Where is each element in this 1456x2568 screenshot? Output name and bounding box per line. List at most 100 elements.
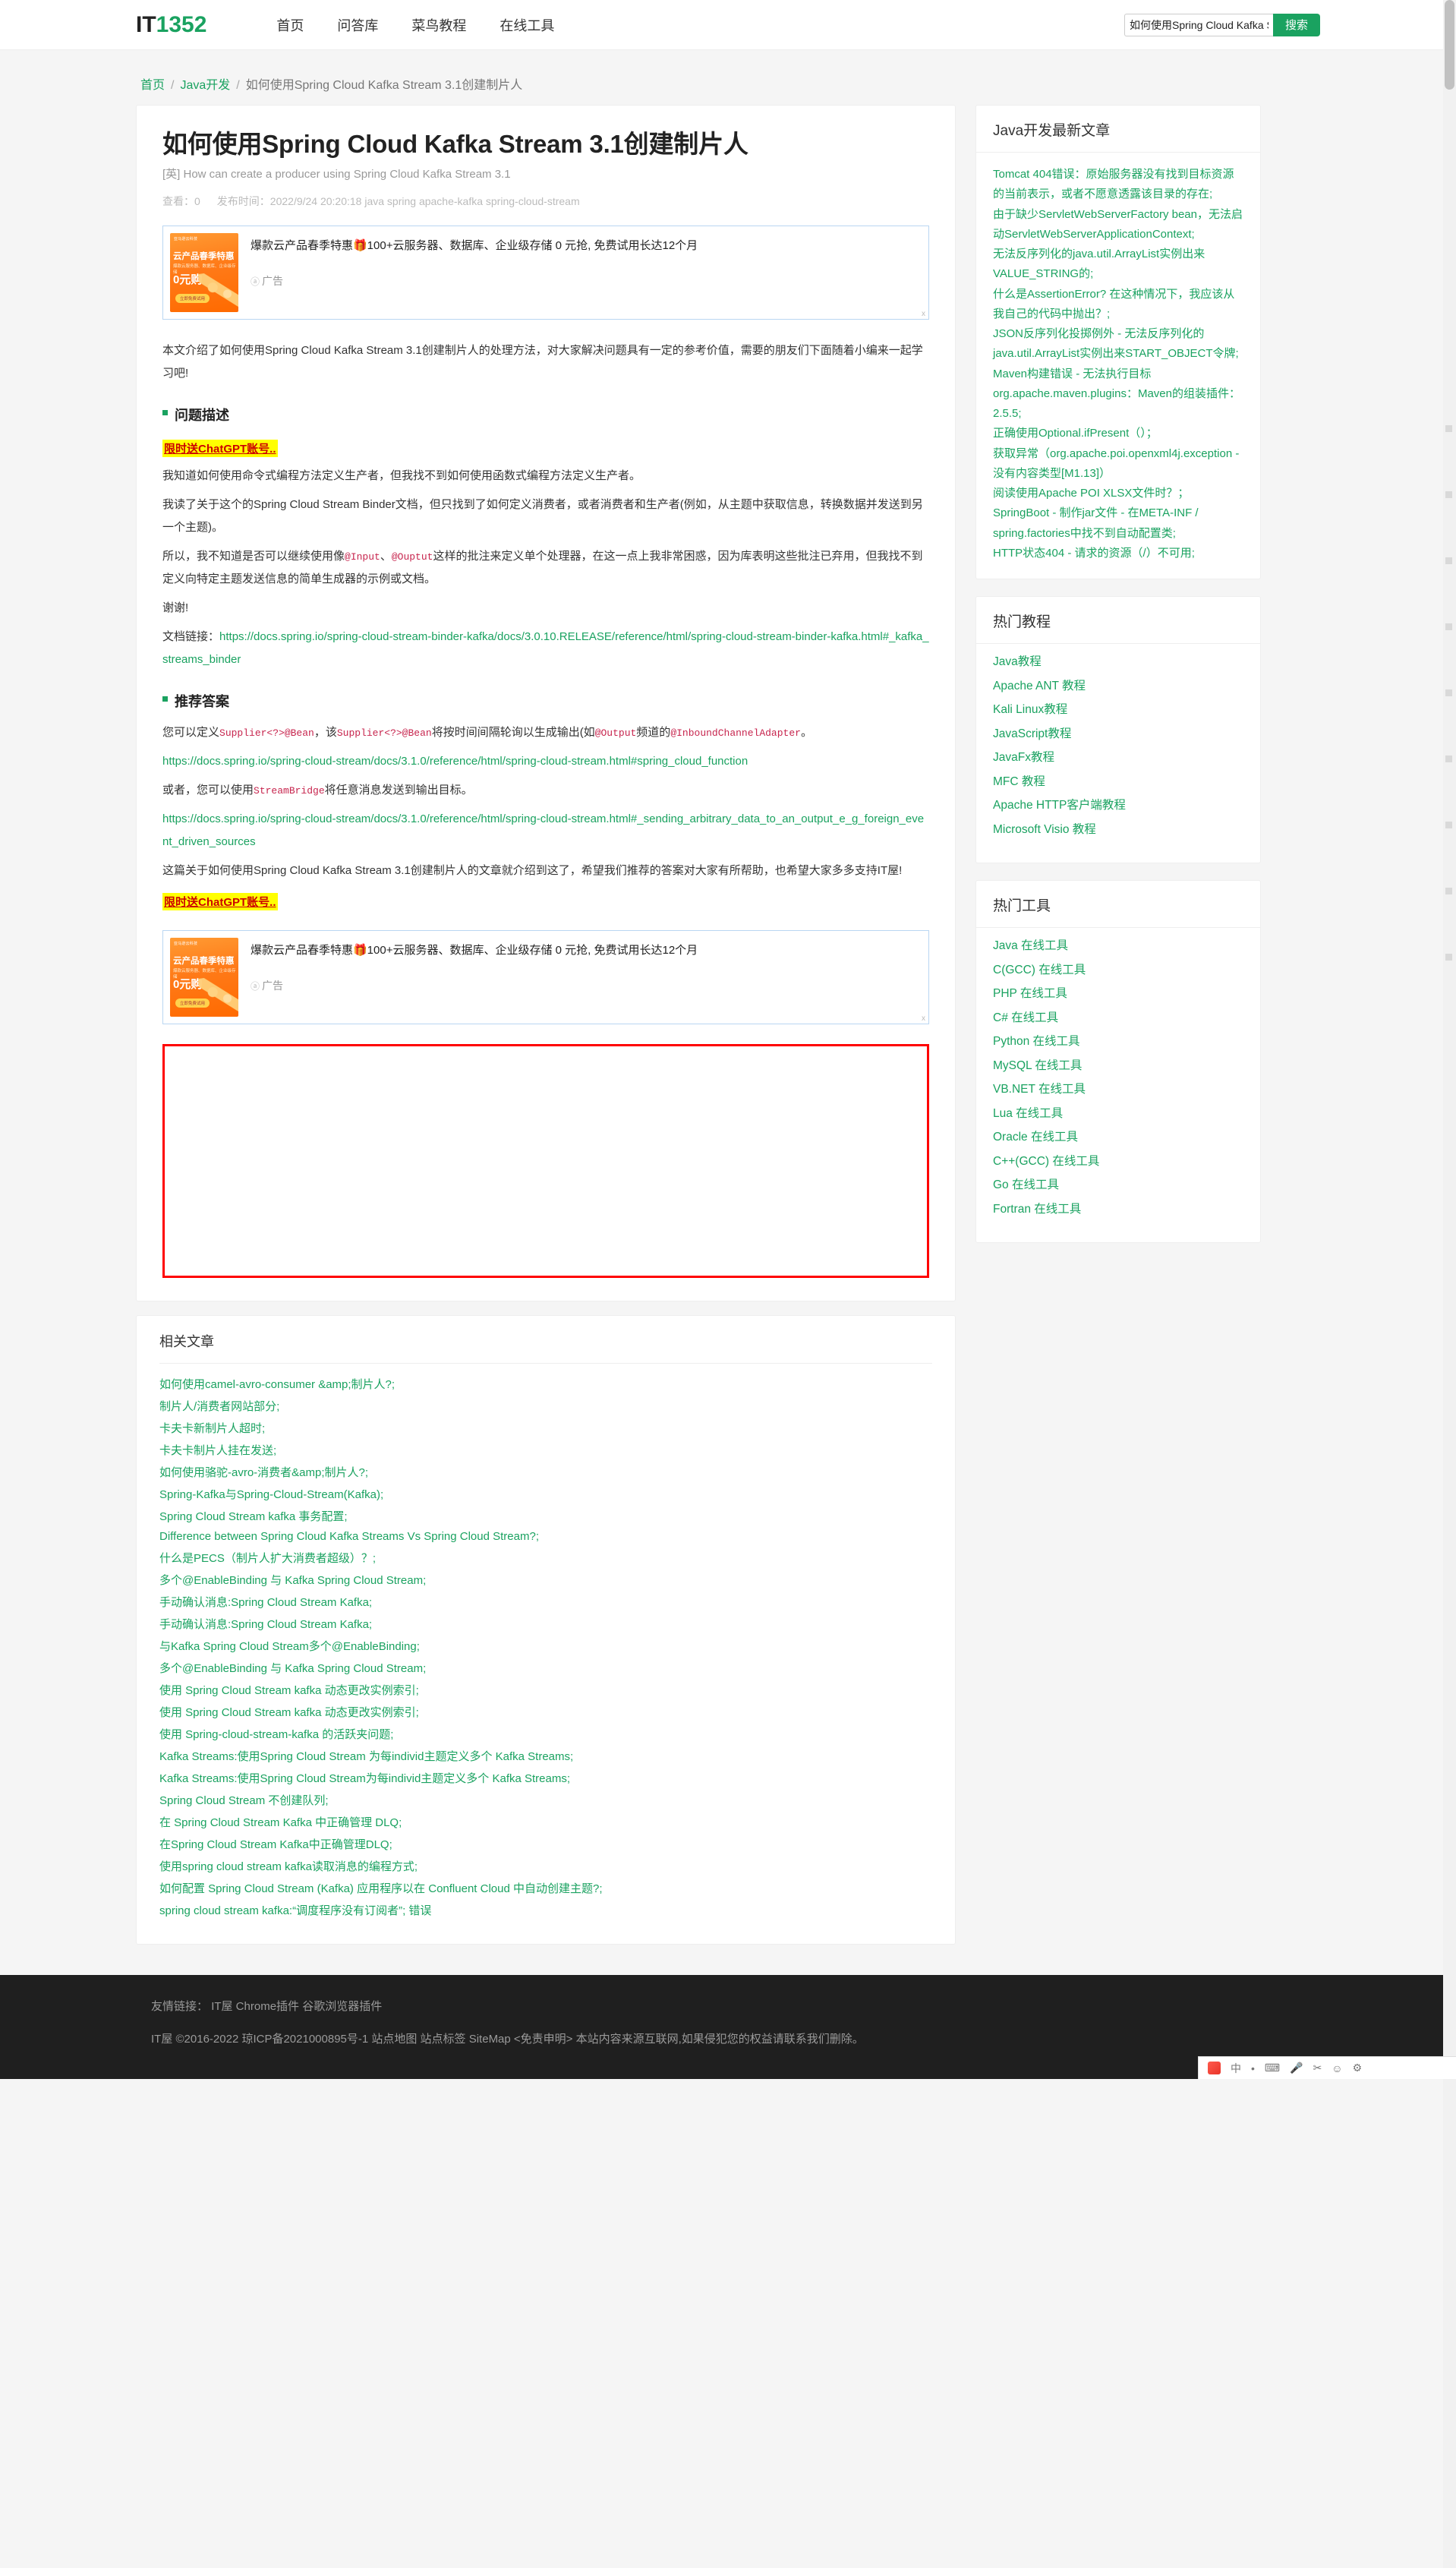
sidebar-latest-article-link[interactable]: 阅读使用Apache POI XLSX文件时？； [993,484,1243,503]
ime-dot-icon[interactable]: • [1251,2062,1255,2074]
related-articles-title: 相关文章 [159,1331,932,1364]
nav-item-qa[interactable]: 问答库 [337,15,378,35]
related-article-link[interactable]: Kafka Streams:使用Spring Cloud Stream 为每in… [159,1750,573,1763]
panel-latest-title: Java开发最新文章 [976,106,1260,153]
sidebar-tutorial-link[interactable]: Java教程 [993,656,1243,668]
sidebar-latest-article-link[interactable]: Tomcat 404错误：原始服务器没有找到目标资源的当前表示，或者不愿意透露该… [993,165,1243,205]
sogou-logo-icon[interactable] [1208,2062,1221,2075]
ad-close-icon[interactable]: x [922,310,925,318]
related-article-link[interactable]: 什么是PECS（制片人扩大消费者超级）？; [159,1552,376,1565]
search-input[interactable] [1124,13,1273,36]
site-logo[interactable]: IT1352 [136,12,206,38]
related-article-link[interactable]: 使用 Spring-cloud-stream-kafka 的活跃夹问题; [159,1728,393,1741]
sidebar-tutorial-link[interactable]: MFC 教程 [993,775,1243,788]
ad-label-text: 广告 [262,275,284,288]
related-article-link[interactable]: Kafka Streams:使用Spring Cloud Stream为每ind… [159,1772,570,1785]
ime-toolbar[interactable]: 中 • ⌨ 🎤 ✂ ☺ ⚙ [1198,2056,1456,2080]
related-article-link[interactable]: 手动确认消息:Spring Cloud Stream Kafka; [159,1618,372,1631]
sidebar-tool-link[interactable]: C# 在线工具 [993,1011,1243,1024]
sidebar-latest-article-link[interactable]: 由于缺少ServletWebServerFactory bean，无法启动Ser… [993,205,1243,245]
sidebar-latest-article-link[interactable]: 什么是AssertionError? 在这种情况下，我应该从我自己的代码中抛出？… [993,285,1243,325]
code-output-channel: @Output [594,727,637,740]
page-scrollbar[interactable] [1443,0,1456,2568]
sidebar-tutorial-link[interactable]: Apache HTTP客户端教程 [993,800,1243,812]
breadcrumb-category[interactable]: Java开发 [180,79,230,92]
sidebar-tool-link[interactable]: Go 在线工具 [993,1179,1243,1191]
sidebar-tutorial-link[interactable]: Microsoft Visio 教程 [993,823,1243,836]
sidebar-tool-link[interactable]: Java 在线工具 [993,940,1243,952]
sidebar-latest-article-link[interactable]: 正确使用Optional.ifPresent（）； [993,424,1243,443]
related-article-link[interactable]: spring cloud stream kafka:“调度程序没有订阅者”; 错… [159,1904,431,1917]
sidebar-tool-link[interactable]: Python 在线工具 [993,1036,1243,1048]
sidebar-tool-link[interactable]: C(GCC) 在线工具 [993,964,1243,976]
related-article-link[interactable]: Spring-Kafka与Spring-Cloud-Stream(Kafka); [159,1488,383,1501]
code-streambridge: StreamBridge [254,785,325,797]
promo-chatgpt-link-1[interactable]: 限时送ChatGPT账号.. [162,440,278,458]
related-article-link[interactable]: 手动确认消息:Spring Cloud Stream Kafka; [159,1596,372,1609]
code-supplier-bean-1: Supplier<?>@Bean [219,727,314,740]
sidebar-latest-article-link[interactable]: 获取异常（org.apache.poi.openxml4j.exception … [993,444,1243,484]
sidebar-latest-article-link[interactable]: SpringBoot - 制作jar文件 - 在META-INF / sprin… [993,503,1243,544]
sidebar-tool-link[interactable]: Fortran 在线工具 [993,1203,1243,1216]
list-item: Spring Cloud Stream kafka 事务配置; [159,1508,932,1524]
ime-lang-icon[interactable]: 中 [1231,2061,1241,2076]
ad-banner-top[interactable]: 亚马逊云科技 云产品春季特惠 爆款云服务器、数据库、企业级存储 0元购 立即免费… [162,226,929,320]
sidebar-tutorial-link[interactable]: JavaScript教程 [993,727,1243,740]
doc-link-url[interactable]: https://docs.spring.io/spring-cloud-stre… [162,630,929,666]
ad-close-icon-2[interactable]: x [922,1014,925,1023]
sidebar-tool-link[interactable]: Oracle 在线工具 [993,1131,1243,1144]
nav-item-tools[interactable]: 在线工具 [500,15,554,35]
friend-link-browser-plugin[interactable]: 谷歌浏览器插件 [302,2000,382,2013]
related-article-link[interactable]: 多个@EnableBinding 与 Kafka Spring Cloud St… [159,1662,426,1675]
sidebar-tutorial-link[interactable]: JavaFx教程 [993,752,1243,764]
related-article-link[interactable]: 卡夫卡新制片人超时; [159,1422,265,1435]
related-article-link[interactable]: 使用 Spring Cloud Stream kafka 动态更改实例索引; [159,1684,419,1697]
ime-keyboard-icon[interactable]: ⌨ [1265,2062,1280,2074]
related-article-link[interactable]: 卡夫卡制片人挂在发送; [159,1444,276,1457]
ime-emoji-icon[interactable]: ☺ [1332,2062,1342,2074]
friend-link-chrome-plugin[interactable]: IT屋 Chrome插件 [211,2000,299,2013]
ime-screenshot-icon[interactable]: ✂ [1313,2062,1322,2074]
list-item: Spring Cloud Stream 不创建队列; [159,1792,932,1808]
sidebar-tool-link[interactable]: PHP 在线工具 [993,988,1243,1000]
related-article-link[interactable]: Spring Cloud Stream kafka 事务配置; [159,1510,348,1523]
related-article-link[interactable]: 如何使用骆驼-avro-消费者&amp;制片人?; [159,1466,368,1479]
sidebar-tool-link[interactable]: C++(GCC) 在线工具 [993,1155,1243,1168]
sidebar-latest-article-link[interactable]: Maven构建错误 - 无法执行目标org.apache.maven.plugi… [993,364,1243,424]
answer-link-1[interactable]: https://docs.spring.io/spring-cloud-stre… [162,755,748,768]
sidebar-tutorial-link[interactable]: Kali Linux教程 [993,704,1243,716]
sidebar-tutorial-link[interactable]: Apache ANT 教程 [993,680,1243,692]
answer-link-2[interactable]: https://docs.spring.io/spring-cloud-stre… [162,812,924,848]
sidebar-latest-article-link[interactable]: HTTP状态404 - 请求的资源（/）不可用; [993,544,1243,563]
promo-chatgpt-link-2[interactable]: 限时送ChatGPT账号.. [162,893,278,911]
ime-settings-icon[interactable]: ⚙ [1353,2062,1363,2074]
scroll-markers [1445,425,1454,1020]
related-article-link[interactable]: 如何使用camel-avro-consumer &amp;制片人?; [159,1378,395,1391]
ad-headline[interactable]: 爆款云产品春季特惠🎁100+云服务器、数据库、企业级存储 0 元抢, 免费试用长… [251,238,698,254]
nav-item-home[interactable]: 首页 [276,15,304,35]
related-article-link[interactable]: 制片人/消费者网站部分; [159,1400,279,1413]
sidebar-latest-article-link[interactable]: 无法反序列化的java.util.ArrayList实例出来VALUE_STRI… [993,244,1243,285]
sidebar-tool-link[interactable]: Lua 在线工具 [993,1107,1243,1120]
ad-headline-2[interactable]: 爆款云产品春季特惠🎁100+云服务器、数据库、企业级存储 0 元抢, 免费试用长… [251,942,698,958]
ad-banner-bottom[interactable]: 亚马逊云科技 云产品春季特惠 爆款云服务器、数据库、企业级存储 0元购 立即免费… [162,930,929,1025]
related-article-link[interactable]: 在 Spring Cloud Stream Kafka 中正确管理 DLQ; [159,1816,402,1829]
related-article-link[interactable]: Difference between Spring Cloud Kafka St… [159,1530,539,1543]
sidebar-tool-link[interactable]: VB.NET 在线工具 [993,1084,1243,1096]
related-article-link[interactable]: 使用 Spring Cloud Stream kafka 动态更改实例索引; [159,1706,419,1719]
scrollbar-thumb[interactable] [1445,0,1454,90]
related-article-link[interactable]: 使用spring cloud stream kafka读取消息的编程方式; [159,1860,418,1873]
related-article-link[interactable]: 在Spring Cloud Stream Kafka中正确管理DLQ; [159,1838,392,1851]
sidebar-tool-link[interactable]: MySQL 在线工具 [993,1059,1243,1072]
panel-hot-tutorials: 热门教程 Java教程 Apache ANT 教程 Kali Linux教程 Java… [975,596,1261,863]
related-article-link[interactable]: 与Kafka Spring Cloud Stream多个@EnableBindi… [159,1640,420,1653]
search-button[interactable]: 搜索 [1272,13,1320,36]
related-article-link[interactable]: 如何配置 Spring Cloud Stream (Kafka) 应用程序以在 … [159,1882,603,1895]
related-article-link[interactable]: Spring Cloud Stream 不创建队列; [159,1794,329,1807]
list-item: 手动确认消息:Spring Cloud Stream Kafka; [159,1616,932,1632]
ime-microphone-icon[interactable]: 🎤 [1290,2062,1303,2074]
nav-item-tutorials[interactable]: 菜鸟教程 [411,15,466,35]
breadcrumb-home[interactable]: 首页 [140,79,165,92]
sidebar-latest-article-link[interactable]: JSON反序列化投掷例外 - 无法反序列化的java.util.ArrayLis… [993,324,1243,364]
related-article-link[interactable]: 多个@EnableBinding 与 Kafka Spring Cloud St… [159,1574,426,1587]
